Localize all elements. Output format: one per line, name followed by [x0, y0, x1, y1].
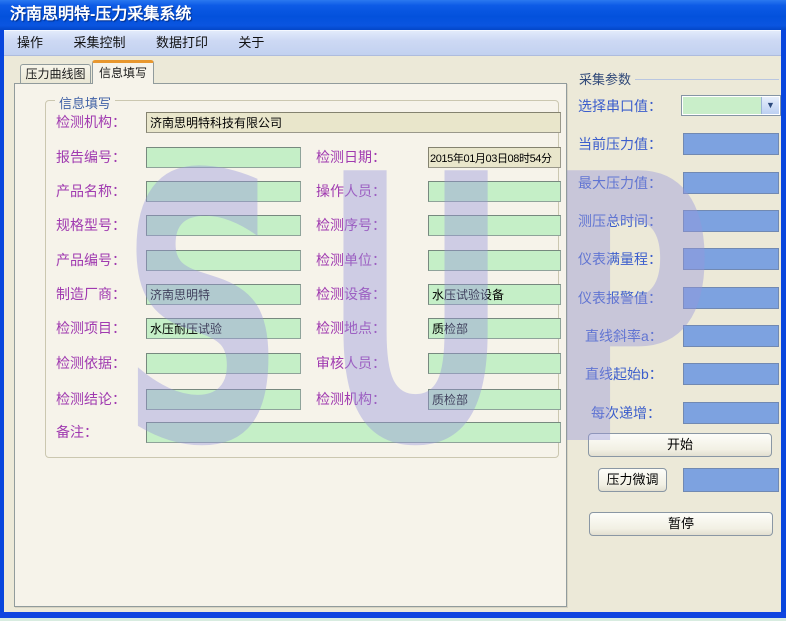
test-org-label: 检测机构： — [316, 389, 386, 410]
test-date-field[interactable]: 2015年01月03日08时54分 — [428, 147, 561, 168]
test-basis-label: 检测依据： — [56, 353, 126, 374]
increment-label: 每次递增： — [591, 404, 661, 423]
test-device-input[interactable]: 水压试验设备 — [428, 284, 561, 305]
test-location-label: 检测地点： — [316, 318, 386, 339]
operator-input[interactable] — [428, 181, 561, 202]
form-row: 备注： — [15, 422, 566, 443]
product-name-input[interactable] — [146, 181, 301, 202]
form-row: 检测依据： 审核人员： — [15, 353, 566, 374]
client-area: 压力曲线图 信息填写 信息填写 检测机构： 济南思明特科技有限公司 报告编号： … — [4, 56, 781, 612]
form-row: 产品名称： 操作人员： — [15, 181, 566, 202]
max-pressure-display — [683, 172, 779, 194]
manufacturer-label: 制造厂商： — [56, 284, 126, 305]
remark-label: 备注： — [56, 422, 98, 443]
gauge-alarm-label: 仪表报警值： — [578, 289, 662, 308]
form-row: 规格型号： 检测序号： — [15, 215, 566, 236]
intercept-b-label: 直线起始b： — [585, 365, 663, 384]
chevron-down-icon[interactable]: ▼ — [761, 97, 779, 114]
report-number-label: 报告编号： — [56, 147, 126, 168]
test-serial-input[interactable] — [428, 215, 561, 236]
pause-button[interactable]: 暂停 — [589, 512, 773, 536]
window-border-right — [781, 30, 786, 618]
org-name-input[interactable]: 济南思明特科技有限公司 — [146, 112, 561, 133]
serial-port-label: 选择串口值： — [578, 97, 662, 116]
title-bar[interactable]: 济南思明特-压力采集系统 — [0, 0, 786, 30]
manufacturer-input[interactable]: 济南思明特 — [146, 284, 301, 305]
slope-a-label: 直线斜率a： — [585, 327, 663, 346]
product-number-input[interactable] — [146, 250, 301, 271]
menu-item-about[interactable]: 关于 — [225, 31, 277, 55]
increment-display — [683, 402, 779, 424]
test-unit-input[interactable] — [428, 250, 561, 271]
form-row: 检测机构： 济南思明特科技有限公司 — [15, 112, 566, 133]
test-item-label: 检测项目： — [56, 318, 126, 339]
test-serial-label: 检测序号： — [316, 215, 386, 236]
serial-port-value — [683, 97, 762, 114]
test-basis-input[interactable] — [146, 353, 301, 374]
total-time-label: 测压总时间： — [578, 212, 662, 231]
form-row: 检测结论： 检测机构： 质检部 — [15, 389, 566, 410]
acq-params-title: 采集参数 — [579, 69, 631, 88]
operator-label: 操作人员： — [316, 181, 386, 202]
info-groupbox-title: 信息填写 — [55, 93, 115, 112]
pressure-fine-tune-button[interactable]: 压力微调 — [598, 468, 667, 492]
form-row: 产品编号： 检测单位： — [15, 250, 566, 271]
form-row: 检测项目： 水压耐压试验 检测地点： 质检部 — [15, 318, 566, 339]
fine-tune-value-field[interactable] — [683, 468, 779, 492]
spec-model-label: 规格型号： — [56, 215, 126, 236]
reviewer-label: 审核人员： — [316, 353, 386, 374]
product-name-label: 产品名称： — [56, 181, 126, 202]
report-number-input[interactable] — [146, 147, 301, 168]
menu-bar: 操作 采集控制 数据打印 关于 — [4, 30, 781, 56]
test-conclusion-input[interactable] — [146, 389, 301, 410]
gauge-range-label: 仪表满量程： — [578, 250, 662, 269]
serial-port-select[interactable]: ▼ — [681, 95, 781, 116]
menu-item-operation[interactable]: 操作 — [4, 31, 56, 55]
test-date-label: 检测日期： — [316, 147, 386, 168]
window-title: 济南思明特-压力采集系统 — [10, 6, 191, 23]
tab-pressure-curve[interactable]: 压力曲线图 — [20, 64, 91, 84]
max-pressure-label: 最大压力值： — [578, 174, 662, 193]
test-item-input[interactable]: 水压耐压试验 — [146, 318, 301, 339]
menu-item-acq-control[interactable]: 采集控制 — [60, 31, 138, 55]
gauge-alarm-display — [683, 287, 779, 309]
tab-info-fill[interactable]: 信息填写 — [92, 60, 154, 84]
remark-input[interactable] — [146, 422, 561, 443]
gauge-range-display — [683, 248, 779, 270]
current-pressure-display — [683, 133, 779, 155]
acq-params-divider — [635, 79, 779, 80]
product-number-label: 产品编号： — [56, 250, 126, 271]
menu-item-data-print[interactable]: 数据打印 — [143, 31, 221, 55]
start-button[interactable]: 开始 — [588, 433, 772, 457]
test-device-label: 检测设备： — [316, 284, 386, 305]
test-unit-label: 检测单位： — [316, 250, 386, 271]
current-pressure-label: 当前压力值： — [578, 135, 662, 154]
app-window: 济南思明特-压力采集系统 操作 采集控制 数据打印 关于 压力曲线图 信息填写 … — [0, 0, 786, 621]
test-location-input[interactable]: 质检部 — [428, 318, 561, 339]
reviewer-input[interactable] — [428, 353, 561, 374]
slope-a-display — [683, 325, 779, 347]
form-row: 制造厂商： 济南思明特 检测设备： 水压试验设备 — [15, 284, 566, 305]
org-name-label: 检测机构： — [56, 112, 126, 133]
form-row: 报告编号： 检测日期： 2015年01月03日08时54分 — [15, 147, 566, 168]
test-org-input[interactable]: 质检部 — [428, 389, 561, 410]
tab-page-info-fill: 信息填写 检测机构： 济南思明特科技有限公司 报告编号： 检测日期： 2015年… — [14, 83, 567, 607]
test-conclusion-label: 检测结论： — [56, 389, 126, 410]
spec-model-input[interactable] — [146, 215, 301, 236]
intercept-b-display — [683, 363, 779, 385]
total-time-display — [683, 210, 779, 232]
